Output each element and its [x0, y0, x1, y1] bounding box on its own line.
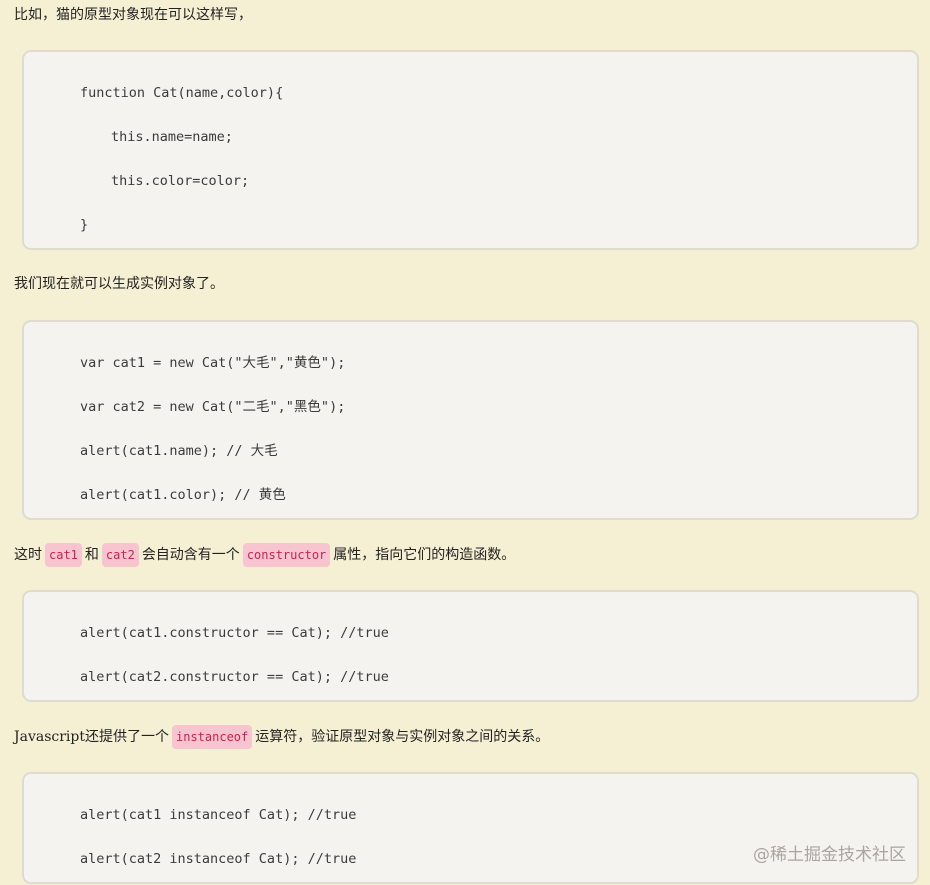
inline-code-instanceof: instanceof [172, 725, 253, 749]
paragraph-text: 属性，指向它们的构造函数。 [333, 547, 516, 563]
code-line: this.color=color; [111, 173, 250, 189]
code-block-instanceof-check: alert(cat1 instanceof Cat); //true alert… [22, 772, 919, 884]
code-line: alert(cat1 instanceof Cat); //true [80, 807, 357, 823]
code-line: alert(cat2.constructor == Cat); //true [80, 669, 389, 685]
code-block-constructor-check: alert(cat1.constructor == Cat); //true a… [22, 590, 919, 702]
inline-code-cat1: cat1 [45, 543, 82, 567]
paragraph-text: 这时 [14, 547, 42, 563]
watermark-text: @稀土掘金技术社区 [753, 845, 906, 865]
paragraph-text: Javascript还提供了一个 [14, 729, 169, 745]
instanceof-paragraph: Javascript还提供了一个 instanceof 运算符，验证原型对象与实例对… [14, 725, 549, 749]
constructor-paragraph: 这时 cat1 和 cat2 会自动含有一个 constructor 属性，指向它们的构造函… [14, 543, 515, 567]
paragraph-text: 和 [84, 547, 99, 563]
code-line: this.name=name; [111, 129, 233, 145]
code-block-create-instances: var cat1 = new Cat("大毛","黄色"); var cat2 … [22, 320, 919, 520]
code-line: alert(cat1.constructor == Cat); //true [80, 625, 389, 641]
paragraph-text: 运算符，验证原型对象与实例对象之间的关系。 [255, 729, 550, 745]
code-line: alert(cat1.color); // 黄色 [80, 487, 286, 503]
inline-code-constructor: constructor [242, 543, 331, 567]
code-line: var cat2 = new Cat("二毛","黑色"); [80, 399, 346, 415]
code-line: alert(cat2 instanceof Cat); //true [80, 851, 357, 867]
code-line: var cat1 = new Cat("大毛","黄色"); [80, 355, 346, 371]
instance-paragraph: 我们现在就可以生成实例对象了。 [14, 276, 224, 292]
paragraph-text: 会自动含有一个 [141, 547, 240, 563]
code-line: alert(cat1.name); // 大毛 [80, 443, 278, 459]
intro-paragraph: 比如，猫的原型对象现在可以这样写， [14, 7, 252, 23]
code-block-cat-constructor: function Cat(name,color){ this.name=name… [22, 50, 919, 250]
inline-code-cat2: cat2 [101, 543, 139, 567]
code-line: function Cat(name,color){ [80, 85, 284, 101]
code-line: } [80, 217, 89, 233]
